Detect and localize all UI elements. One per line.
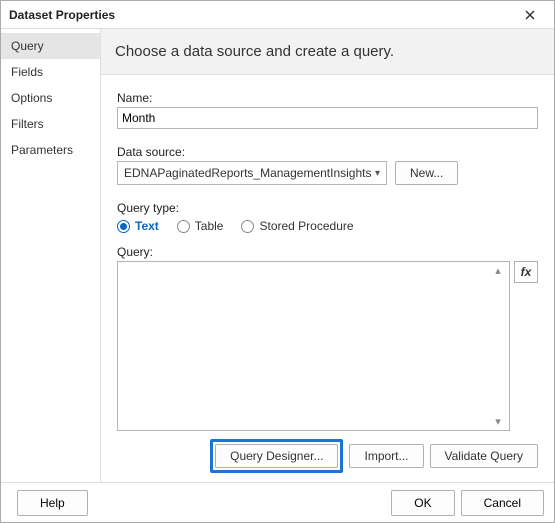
- new-datasource-button[interactable]: New...: [395, 161, 458, 185]
- querytype-radiogroup: Text Table Stored Procedure: [117, 219, 538, 233]
- sidebar-item-query[interactable]: Query: [1, 33, 100, 59]
- highlight-box: Query Designer...: [210, 439, 343, 473]
- panel-content: Name: Data source: EDNAPaginatedReports_…: [101, 75, 554, 482]
- name-input[interactable]: [117, 107, 538, 129]
- sidebar-item-parameters[interactable]: Parameters: [1, 137, 100, 163]
- chevron-down-icon: ▾: [375, 168, 380, 179]
- query-label: Query:: [117, 245, 538, 259]
- radio-stored-label: Stored Procedure: [259, 219, 353, 233]
- validate-query-button[interactable]: Validate Query: [430, 444, 539, 468]
- help-button[interactable]: Help: [17, 490, 88, 516]
- window-title: Dataset Properties: [9, 8, 115, 22]
- ok-button[interactable]: OK: [391, 490, 454, 516]
- name-label: Name:: [117, 91, 538, 105]
- scroll-up-icon[interactable]: ▴: [491, 264, 505, 277]
- radio-table-label: Table: [195, 219, 224, 233]
- radio-table[interactable]: Table: [177, 219, 224, 233]
- dialog-footer: Help OK Cancel: [1, 482, 554, 522]
- dialog-window: Dataset Properties Query Fields Options …: [0, 0, 555, 523]
- querytype-label: Query type:: [117, 201, 538, 215]
- sidebar: Query Fields Options Filters Parameters: [1, 29, 101, 482]
- panel-header: Choose a data source and create a query.: [101, 29, 554, 75]
- query-designer-button[interactable]: Query Designer...: [215, 444, 338, 468]
- radio-text[interactable]: Text: [117, 219, 159, 233]
- main-panel: Choose a data source and create a query.…: [101, 29, 554, 482]
- datasource-label: Data source:: [117, 145, 538, 159]
- import-button[interactable]: Import...: [349, 444, 423, 468]
- cancel-button[interactable]: Cancel: [461, 490, 544, 516]
- datasource-select[interactable]: EDNAPaginatedReports_ManagementInsights …: [117, 161, 387, 185]
- query-textarea[interactable]: ▴ ▾: [117, 261, 510, 431]
- expression-button[interactable]: fx: [514, 261, 538, 283]
- close-icon[interactable]: [514, 4, 546, 26]
- radio-stored[interactable]: Stored Procedure: [241, 219, 353, 233]
- scroll-down-icon[interactable]: ▾: [491, 415, 505, 428]
- sidebar-item-options[interactable]: Options: [1, 85, 100, 111]
- titlebar: Dataset Properties: [1, 1, 554, 29]
- sidebar-item-fields[interactable]: Fields: [1, 59, 100, 85]
- radio-text-label: Text: [135, 219, 159, 233]
- datasource-value: EDNAPaginatedReports_ManagementInsights: [124, 166, 371, 180]
- sidebar-item-filters[interactable]: Filters: [1, 111, 100, 137]
